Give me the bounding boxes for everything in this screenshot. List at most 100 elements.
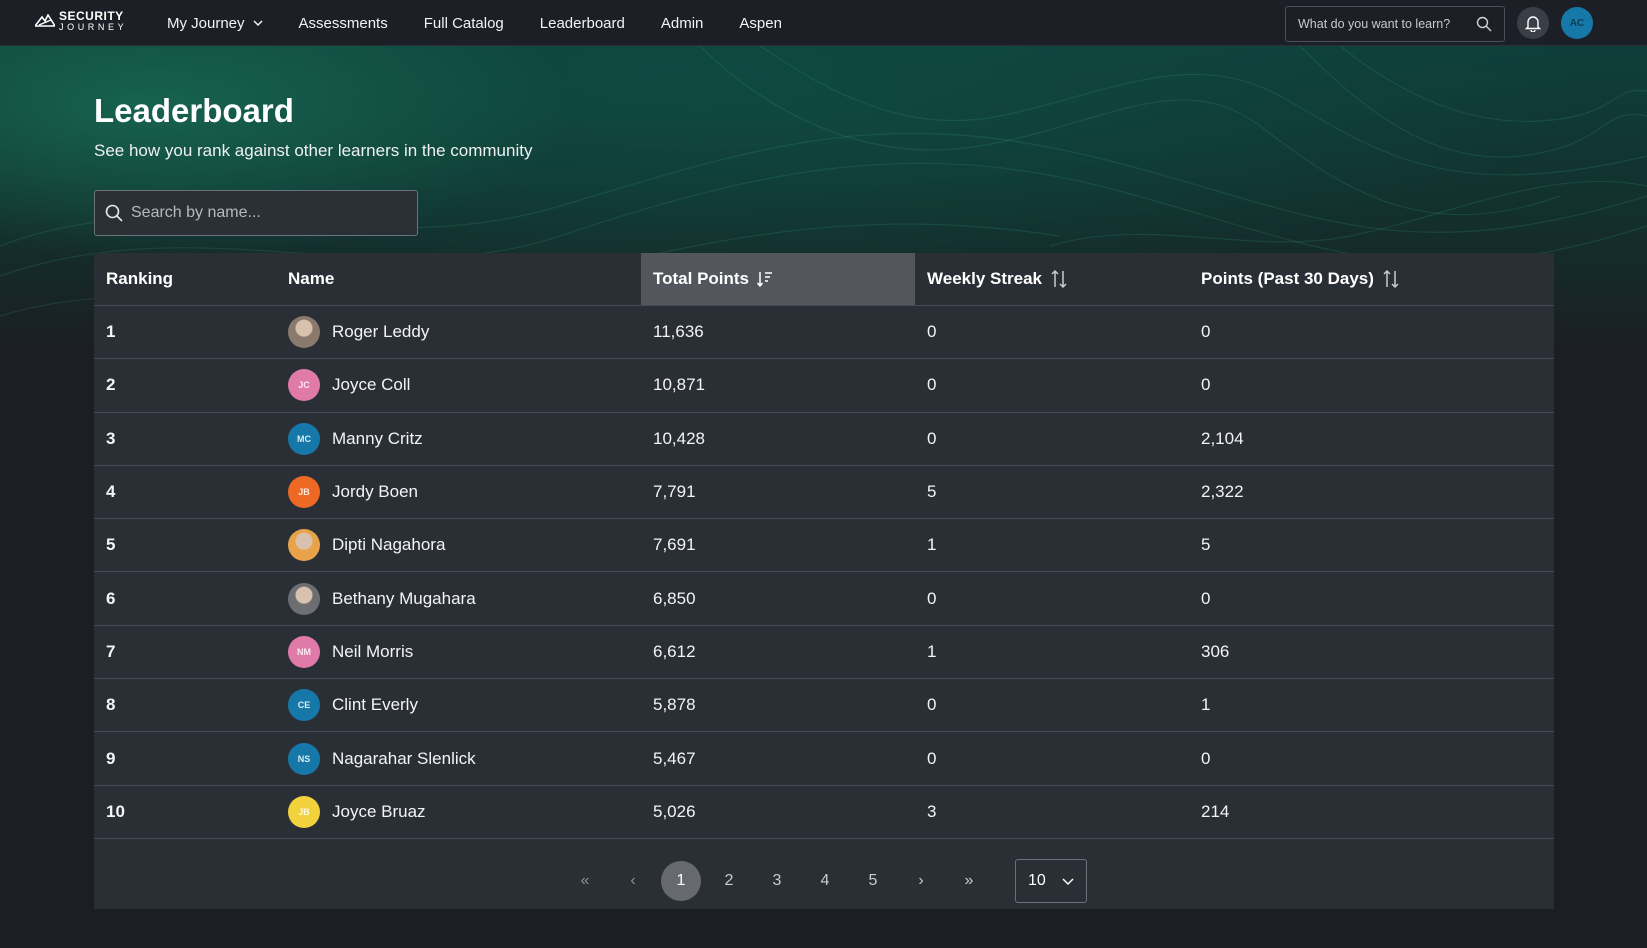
page-button-2[interactable]: 2 <box>709 861 749 901</box>
next-page-button[interactable]: › <box>901 861 941 901</box>
search-icon[interactable] <box>1476 16 1492 32</box>
bell-icon <box>1525 15 1541 32</box>
weekly-streak-cell: 1 <box>927 535 937 555</box>
search-icon <box>105 204 123 222</box>
learner-name: Joyce Coll <box>332 375 411 395</box>
learner-name: Roger Leddy <box>332 322 430 342</box>
leaderboard-table: Ranking Name Total Points Weekly Streak … <box>94 253 1554 909</box>
table-row[interactable]: 4 JB Jordy Boen 7,791 5 2,322 <box>94 466 1554 520</box>
learner-name: Neil Morris <box>332 641 414 661</box>
header-total-points[interactable]: Total Points <box>641 253 915 305</box>
total-points-cell: 10,871 <box>653 375 705 395</box>
logo-mountain-icon <box>35 14 55 27</box>
name-cell: JB Joyce Bruaz <box>276 786 641 838</box>
learner-name: Nagarahar Slenlick <box>332 748 476 768</box>
points-30-days-cell: 0 <box>1201 375 1211 395</box>
table-row[interactable]: 1 Roger Leddy 11,636 0 0 <box>94 306 1554 360</box>
rank-cell: 4 <box>106 482 116 502</box>
name-search-input[interactable] <box>131 204 407 222</box>
avatar <box>288 529 320 562</box>
header-name: Name <box>276 253 641 305</box>
header-ranking-label: Ranking <box>106 269 174 288</box>
points-30-days-cell: 2,104 <box>1201 428 1244 448</box>
weekly-streak-cell: 0 <box>927 375 937 395</box>
learner-name: Manny Critz <box>332 428 423 448</box>
notifications-button[interactable] <box>1517 7 1549 39</box>
nav-aspen[interactable]: Aspen <box>739 15 782 32</box>
security-journey-logo[interactable]: SECURITY JOURNEY <box>35 10 137 32</box>
rank-cell: 5 <box>106 535 116 555</box>
prev-page-button[interactable]: ‹ <box>613 861 653 901</box>
page-button-1[interactable]: 1 <box>661 861 701 901</box>
table-row[interactable]: 6 Bethany Mugahara 6,850 0 0 <box>94 572 1554 626</box>
rank-cell: 6 <box>106 588 116 608</box>
nav-leaderboard[interactable]: Leaderboard <box>540 15 625 32</box>
header-points-30-days-label: Points (Past 30 Days) <box>1201 269 1374 288</box>
table-body: 1 Roger Leddy 11,636 0 0 2 JC Joyce Coll 10,871 0… <box>94 306 1554 839</box>
avatar: NS <box>288 742 320 775</box>
table-row[interactable]: 8 CE Clint Everly 5,878 0 1 <box>94 679 1554 733</box>
header-weekly-streak[interactable]: Weekly Streak <box>915 253 1189 305</box>
nav-assessments[interactable]: Assessments <box>299 15 388 32</box>
global-search-input[interactable] <box>1298 17 1476 31</box>
pagination: « ‹ 1 2 3 4 5 › » 10 <box>94 853 1554 909</box>
nav-my-journey[interactable]: My Journey <box>167 15 263 32</box>
chevron-down-icon <box>1062 878 1074 886</box>
avatar: NM <box>288 635 320 668</box>
name-search-box <box>94 190 418 236</box>
sort-descending-icon <box>757 272 773 288</box>
last-page-button[interactable]: » <box>949 861 989 901</box>
points-30-days-cell: 0 <box>1201 588 1211 608</box>
table-row[interactable]: 7 NM Neil Morris 6,612 1 306 <box>94 626 1554 680</box>
weekly-streak-cell: 3 <box>927 801 937 821</box>
table-row[interactable]: 5 Dipti Nagahora 7,691 1 5 <box>94 519 1554 573</box>
weekly-streak-cell: 0 <box>927 695 937 715</box>
header-weekly-streak-label: Weekly Streak <box>927 269 1042 288</box>
header-points-30-days[interactable]: Points (Past 30 Days) <box>1189 253 1554 305</box>
name-cell: Roger Leddy <box>276 306 641 358</box>
table-row[interactable]: 9 NS Nagarahar Slenlick 5,467 0 0 <box>94 732 1554 786</box>
avatar <box>288 316 320 349</box>
total-points-cell: 5,467 <box>653 748 696 768</box>
page-button-3[interactable]: 3 <box>757 861 797 901</box>
weekly-streak-cell: 0 <box>927 748 937 768</box>
weekly-streak-cell: 0 <box>927 588 937 608</box>
nav-admin[interactable]: Admin <box>661 15 704 32</box>
points-30-days-cell: 0 <box>1201 748 1211 768</box>
learner-name: Dipti Nagahora <box>332 535 446 555</box>
points-30-days-cell: 5 <box>1201 535 1211 555</box>
points-30-days-cell: 2,322 <box>1201 482 1244 502</box>
logo-text-top: SECURITY <box>59 9 124 23</box>
page-button-4[interactable]: 4 <box>805 861 845 901</box>
avatar: JC <box>288 369 320 402</box>
points-30-days-cell: 306 <box>1201 641 1230 661</box>
name-cell: NM Neil Morris <box>276 626 641 678</box>
avatar: CE <box>288 689 320 722</box>
avatar: JB <box>288 476 320 509</box>
points-30-days-cell: 0 <box>1201 322 1211 342</box>
header-total-points-label: Total Points <box>653 269 750 288</box>
table-row[interactable]: 10 JB Joyce Bruaz 5,026 3 214 <box>94 786 1554 839</box>
table-row[interactable]: 2 JC Joyce Coll 10,871 0 0 <box>94 359 1554 413</box>
total-points-cell: 5,026 <box>653 801 696 821</box>
weekly-streak-cell: 1 <box>927 641 937 661</box>
rank-cell: 7 <box>106 641 116 661</box>
logo-text-bottom: JOURNEY <box>59 22 128 32</box>
page-title: Leaderboard <box>94 92 294 129</box>
total-points-cell: 5,878 <box>653 695 696 715</box>
page-button-5[interactable]: 5 <box>853 861 893 901</box>
nav-full-catalog[interactable]: Full Catalog <box>424 15 504 32</box>
user-avatar[interactable]: AC <box>1561 7 1593 39</box>
sort-icon <box>1051 269 1067 289</box>
learner-name: Clint Everly <box>332 695 418 715</box>
name-cell: JB Jordy Boen <box>276 466 641 518</box>
per-page-select[interactable]: 10 <box>1015 859 1087 903</box>
learner-name: Bethany Mugahara <box>332 588 476 608</box>
first-page-button[interactable]: « <box>565 861 605 901</box>
weekly-streak-cell: 5 <box>927 482 937 502</box>
rank-cell: 9 <box>106 748 116 768</box>
name-cell: Bethany Mugahara <box>276 572 641 624</box>
rank-cell: 8 <box>106 695 116 715</box>
total-points-cell: 10,428 <box>653 428 705 448</box>
table-row[interactable]: 3 MC Manny Critz 10,428 0 2,104 <box>94 413 1554 466</box>
